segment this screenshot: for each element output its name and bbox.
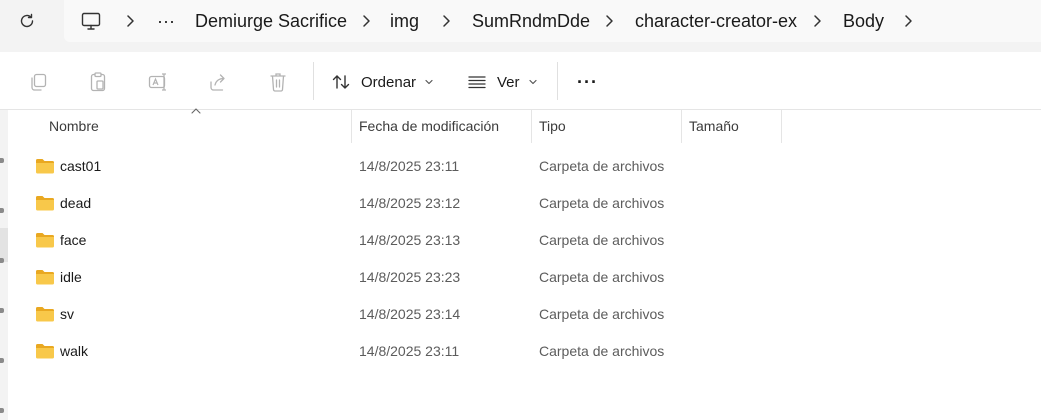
file-name: face <box>60 232 87 248</box>
refresh-icon[interactable] <box>14 8 40 34</box>
column-header-modified[interactable]: Fecha de modificación <box>352 110 532 143</box>
folder-icon <box>36 307 54 322</box>
sort-button[interactable]: Ordenar <box>331 69 434 95</box>
file-name: dead <box>60 195 92 211</box>
file-name: sv <box>60 306 74 322</box>
chevron-down-icon <box>424 78 434 86</box>
file-type: Carpeta de archivos <box>539 158 665 174</box>
breadcrumb-item[interactable]: character-creator-ex <box>635 10 797 32</box>
file-row[interactable]: idle 14/8/2025 23:23 Carpeta de archivos <box>8 259 780 296</box>
paste-icon[interactable] <box>87 71 109 93</box>
nav-pane-marker <box>0 158 4 163</box>
column-header-type[interactable]: Tipo <box>532 110 682 143</box>
column-header-size[interactable]: Tamaño <box>682 110 782 143</box>
breadcrumb-overflow[interactable]: ··· <box>157 10 175 32</box>
file-row[interactable]: walk 14/8/2025 23:11 Carpeta de archivos <box>8 333 780 370</box>
file-modified: 14/8/2025 23:11 <box>359 343 460 359</box>
breadcrumb-item[interactable]: img <box>390 10 419 32</box>
view-label: Ver <box>497 73 520 91</box>
breadcrumb-item[interactable]: Demiurge Sacrifice <box>195 10 347 32</box>
chevron-right-icon[interactable] <box>604 12 614 30</box>
file-modified: 14/8/2025 23:13 <box>359 232 461 248</box>
nav-pane-marker <box>0 258 4 263</box>
file-row[interactable]: sv 14/8/2025 23:14 Carpeta de archivos <box>8 296 780 333</box>
chevron-right-icon[interactable] <box>361 12 371 30</box>
file-name: cast01 <box>60 158 102 174</box>
view-button[interactable]: Ver <box>467 69 538 95</box>
file-modified: 14/8/2025 23:11 <box>359 158 460 174</box>
file-type: Carpeta de archivos <box>539 269 665 285</box>
view-icon <box>467 72 487 92</box>
breadcrumb-item-current[interactable]: Body <box>843 10 884 32</box>
chevron-right-icon <box>127 15 134 27</box>
nav-pane-marker <box>0 408 4 413</box>
file-modified: 14/8/2025 23:12 <box>359 195 461 211</box>
file-type: Carpeta de archivos <box>539 232 665 248</box>
file-name: walk <box>60 343 89 359</box>
nav-pane-marker <box>0 358 4 363</box>
navigation-pane-edge <box>0 110 8 420</box>
rename-icon[interactable] <box>147 71 169 93</box>
chevron-right-icon[interactable] <box>903 12 913 30</box>
file-modified: 14/8/2025 23:23 <box>359 269 461 285</box>
file-row[interactable]: cast01 14/8/2025 23:11 Carpeta de archivos <box>8 148 780 185</box>
nav-pane-marker <box>0 308 4 313</box>
file-modified: 14/8/2025 23:14 <box>359 306 461 322</box>
file-name: idle <box>60 269 82 285</box>
folder-icon <box>36 159 54 174</box>
more-options-button[interactable]: ··· <box>577 69 598 95</box>
column-header-name[interactable]: Nombre <box>42 110 352 143</box>
sort-icon <box>331 72 351 92</box>
address-bar-row: ··· Demiurge Sacrifice img SumRndmDde ch… <box>0 0 1041 52</box>
folder-icon <box>36 233 54 248</box>
computer-icon[interactable] <box>80 10 102 37</box>
breadcrumb-item[interactable]: SumRndmDde <box>472 10 590 32</box>
command-bar: Ordenar Ver ··· <box>0 52 1041 110</box>
delete-icon[interactable] <box>267 71 289 93</box>
toolbar-divider <box>557 62 558 100</box>
folder-icon <box>36 344 54 359</box>
chevron-right-icon[interactable] <box>812 12 822 30</box>
chevron-down-icon <box>528 78 538 86</box>
file-row[interactable]: face 14/8/2025 23:13 Carpeta de archivos <box>8 222 780 259</box>
folder-icon <box>36 270 54 285</box>
sort-label: Ordenar <box>361 73 417 91</box>
nav-pane-scroll-thumb[interactable] <box>0 228 8 262</box>
folder-icon <box>36 196 54 211</box>
address-bar[interactable]: ··· Demiurge Sacrifice img SumRndmDde ch… <box>64 0 1041 42</box>
file-type: Carpeta de archivos <box>539 306 665 322</box>
nav-pane-marker <box>0 208 4 213</box>
share-icon[interactable] <box>207 71 229 93</box>
chevron-right-icon[interactable] <box>441 12 451 30</box>
file-type: Carpeta de archivos <box>539 195 665 211</box>
toolbar-divider <box>313 62 314 100</box>
file-type: Carpeta de archivos <box>539 343 665 359</box>
copy-icon[interactable] <box>27 71 49 93</box>
file-row[interactable]: dead 14/8/2025 23:12 Carpeta de archivos <box>8 185 780 222</box>
